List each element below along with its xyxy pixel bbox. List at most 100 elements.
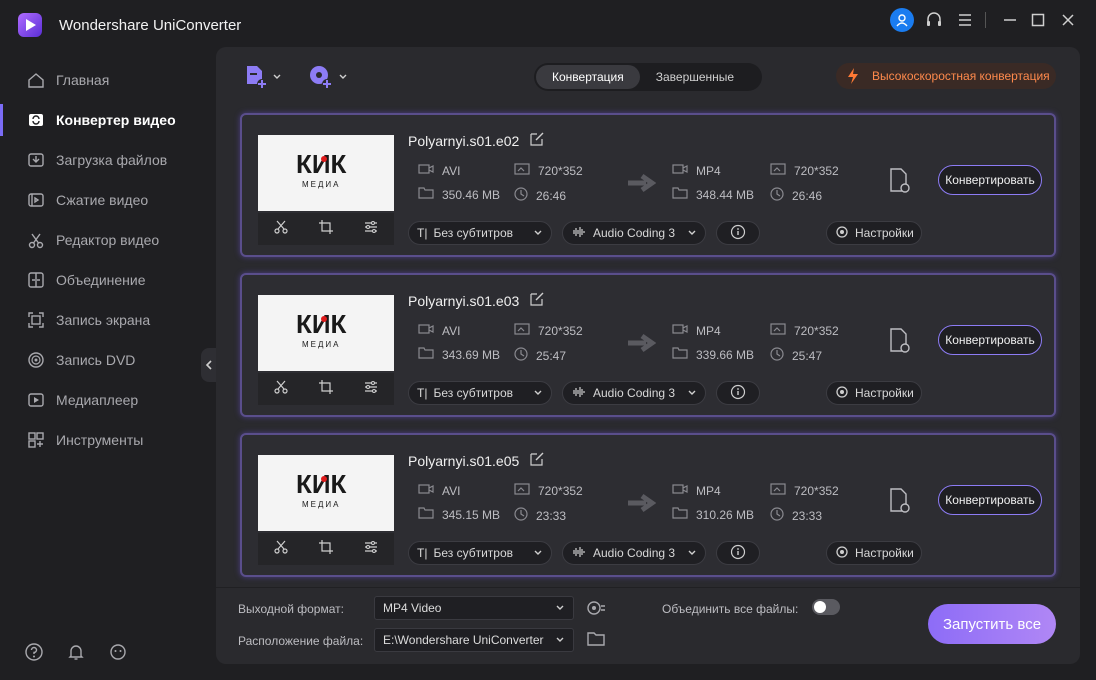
file-card[interactable]: КИК МЕДИА Polyarnyi.s01.e03 AVI 720*352 … [240,273,1056,417]
subtitle-select[interactable]: T| Без субтитров [408,221,552,245]
file-name: Polyarnyi.s01.e03 [408,292,520,309]
convert-button[interactable]: Конвертировать [938,165,1042,195]
sidebar-item-compressor[interactable]: Сжатие видео [0,180,210,220]
audio-select[interactable]: Audio Coding 3 [562,381,706,405]
chevron-left-icon [205,360,212,370]
merge-icon [26,270,46,290]
trim-icon[interactable] [273,219,289,240]
chevron-down-icon [688,230,696,235]
lightning-icon [848,68,858,84]
settings-button[interactable]: Настройки [826,541,922,565]
sidebar-item-video-converter[interactable]: Конвертер видео [0,100,210,140]
thumbnail-tools [258,533,394,565]
subtitle-select[interactable]: T| Без субтитров [408,541,552,565]
source-duration: 23:33 [514,507,566,524]
target-duration: 26:46 [770,187,822,204]
edit-name-icon[interactable] [529,131,545,150]
output-format-select[interactable]: MP4 Video [374,596,574,620]
sidebar-item-player[interactable]: Медиаплеер [0,380,210,420]
help-icon[interactable] [24,642,44,662]
target-format[interactable]: MP4 [672,323,721,338]
thumb-logo-sub: МЕДИА [302,340,341,349]
file-info-button[interactable] [716,221,760,245]
trim-icon[interactable] [273,379,289,400]
file-location-select[interactable]: E:\Wondershare UniConverter [374,628,574,652]
video-thumbnail[interactable]: КИК МЕДИА [258,455,394,531]
video-thumbnail[interactable]: КИК МЕДИА [258,295,394,371]
high-speed-conversion-toggle[interactable]: Высокоскоростная конвертация [836,63,1056,89]
thumb-logo-sub: МЕДИА [302,500,341,509]
file-card[interactable]: КИК МЕДИА Polyarnyi.s01.e02 AVI 720*352 … [240,113,1056,257]
folder-icon[interactable] [586,630,606,653]
video-thumbnail[interactable]: КИК МЕДИА [258,135,394,211]
target-format[interactable]: MP4 [672,163,721,178]
sidebar-item-label: Объединение [56,272,146,288]
sidebar-item-dvd[interactable]: Запись DVD [0,340,210,380]
convert-icon [26,110,46,130]
app-logo-icon [16,11,44,39]
tab-converting[interactable]: Конвертация [536,65,640,89]
format-settings-icon[interactable] [586,598,606,623]
menu-icon[interactable] [953,8,977,32]
output-settings-icon[interactable] [888,487,912,515]
minimize-icon[interactable] [998,8,1022,32]
load-dvd-button[interactable] [308,63,348,91]
sidebar-item-merger[interactable]: Объединение [0,260,210,300]
chevron-down-icon [273,74,281,79]
target-size: 310.26 MB [672,507,754,522]
file-info-button[interactable] [716,381,760,405]
convert-button[interactable]: Конвертировать [938,485,1042,515]
crop-icon[interactable] [318,219,334,240]
subtitle-select[interactable]: T| Без субтитров [408,381,552,405]
tab-finished[interactable]: Завершенные [640,65,750,89]
output-settings-icon[interactable] [888,327,912,355]
source-size: 350.46 MB [418,187,500,202]
merge-all-toggle[interactable] [812,599,840,615]
effects-icon[interactable] [363,219,379,240]
settings-button[interactable]: Настройки [826,221,922,245]
resolution-icon [770,163,786,178]
convert-button[interactable]: Конвертировать [938,325,1042,355]
video-icon [418,163,434,178]
audio-select[interactable]: Audio Coding 3 [562,221,706,245]
chevron-down-icon [688,550,696,555]
file-card[interactable]: КИК МЕДИА Polyarnyi.s01.e05 AVI 720*352 … [240,433,1056,577]
effects-icon[interactable] [363,379,379,400]
thumb-logo-text: КИК [296,149,347,179]
sidebar-item-tools[interactable]: Инструменты [0,420,210,460]
bell-icon[interactable] [66,642,86,662]
crop-icon[interactable] [318,379,334,400]
trim-icon[interactable] [273,539,289,560]
sidebar-item-downloader[interactable]: Загрузка файлов [0,140,210,180]
sidebar-collapse-button[interactable] [201,348,217,382]
sidebar-item-screen-recorder[interactable]: Запись экрана [0,300,210,340]
target-format[interactable]: MP4 [672,483,721,498]
dvd-add-icon [310,66,332,89]
file-name: Polyarnyi.s01.e05 [408,452,520,469]
headset-icon[interactable] [922,8,946,32]
close-icon[interactable] [1056,8,1080,32]
settings-button[interactable]: Настройки [826,381,922,405]
feedback-icon[interactable] [108,642,128,662]
resolution-icon [514,163,530,178]
screen-record-icon [26,310,46,330]
audio-select[interactable]: Audio Coding 3 [562,541,706,565]
crop-icon[interactable] [318,539,334,560]
start-all-button[interactable]: Запустить все [928,604,1056,644]
file-info-button[interactable] [716,541,760,565]
target-resolution: 720*352 [770,323,839,338]
edit-name-icon[interactable] [529,291,545,310]
edit-name-icon[interactable] [529,451,545,470]
sidebar-item-home[interactable]: Главная [0,60,210,100]
maximize-icon[interactable] [1026,8,1050,32]
add-file-button[interactable] [244,63,282,91]
sidebar-item-editor[interactable]: Редактор видео [0,220,210,260]
clock-icon [514,507,528,524]
folder-icon [418,187,434,202]
format-info: AVI 720*352 343.69 MB 25:47 MP4 720*352 … [408,315,858,369]
output-settings-icon[interactable] [888,167,912,195]
effects-icon[interactable] [363,539,379,560]
main-panel: Конвертация Завершенные Высокоскоростная… [216,47,1080,664]
resolution-icon [770,323,786,338]
account-icon[interactable] [890,8,914,32]
